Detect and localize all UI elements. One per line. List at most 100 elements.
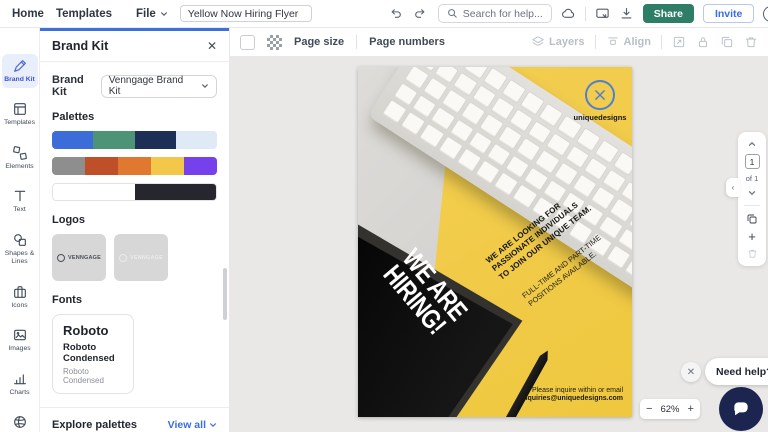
font-primary: Roboto xyxy=(63,323,123,338)
sidebar-item-label: Text xyxy=(13,206,25,214)
sidebar-item-label: Charts xyxy=(9,389,29,397)
trash-icon[interactable] xyxy=(744,35,758,49)
venngage-editor: Home Templates File Search for help... S… xyxy=(0,0,768,432)
align-label: Align xyxy=(624,36,652,48)
palette-swatch xyxy=(85,157,118,175)
brand-font-card[interactable]: Roboto Roboto Condensed Roboto Condensed xyxy=(52,314,134,394)
present-icon[interactable] xyxy=(595,6,610,21)
page-up-icon[interactable] xyxy=(747,139,757,149)
brand-logo-tile[interactable]: VENNGAGE xyxy=(114,234,168,281)
sidebar-item-label: Shapes & Lines xyxy=(2,250,38,267)
view-all-link[interactable]: View all xyxy=(168,419,217,431)
background-pattern-swatch[interactable] xyxy=(267,35,282,50)
share-button[interactable]: Share xyxy=(643,4,694,23)
help-button[interactable]: ? xyxy=(763,6,768,22)
zoom-in-button[interactable]: + xyxy=(688,404,694,415)
panel-scrollbar[interactable] xyxy=(223,268,227,320)
divider xyxy=(595,35,596,49)
duplicate-page-icon[interactable] xyxy=(746,213,758,225)
icons-icon xyxy=(12,284,28,300)
nav-templates[interactable]: Templates xyxy=(56,8,112,20)
document-title-input[interactable] xyxy=(180,5,312,22)
page-down-icon[interactable] xyxy=(747,188,757,198)
redo-icon[interactable] xyxy=(413,7,426,20)
chevron-down-icon xyxy=(160,10,168,18)
templates-icon xyxy=(12,101,28,117)
left-sidebar: Brand Kit Templates Elements Text Shapes… xyxy=(0,28,40,432)
zoom-level-value[interactable]: 62% xyxy=(660,404,679,415)
contact-line: inquiries@uniquedesigns.com xyxy=(521,395,623,402)
brand-kit-select-value: Venngage Brand Kit xyxy=(109,75,196,97)
invite-button[interactable]: Invite xyxy=(703,4,754,23)
contact-line: Please inquire within or email xyxy=(521,387,623,394)
palette-swatch xyxy=(176,131,217,149)
align-button[interactable]: Align xyxy=(606,35,652,49)
palette-swatch xyxy=(184,157,217,175)
page-numbers-button[interactable]: Page numbers xyxy=(369,36,445,48)
palette-swatch xyxy=(135,131,176,149)
file-menu-label: File xyxy=(136,8,156,20)
brand-kit-select[interactable]: Venngage Brand Kit xyxy=(101,75,217,98)
maps-icon xyxy=(12,414,28,430)
brand-palette-row[interactable] xyxy=(52,131,217,149)
search-icon xyxy=(447,8,458,19)
help-search-input[interactable]: Search for help... xyxy=(438,4,552,23)
chevron-down-icon xyxy=(209,421,217,429)
layers-label: Layers xyxy=(549,36,584,48)
flyer-page[interactable]: WE ARE HIRING! WE ARE LOOKING FOR PASSIO… xyxy=(358,67,632,417)
divider xyxy=(744,205,760,206)
download-icon[interactable] xyxy=(619,6,634,21)
fit-to-page-icon[interactable] xyxy=(672,35,686,49)
charts-icon xyxy=(12,371,28,387)
divider xyxy=(585,7,586,21)
delete-page-icon[interactable] xyxy=(747,248,758,259)
chat-launcher-button[interactable] xyxy=(719,387,763,431)
zoom-out-button[interactable]: − xyxy=(646,404,652,415)
sidebar-item-templates[interactable]: Templates xyxy=(2,97,38,131)
sidebar-item-brand-kit[interactable]: Brand Kit xyxy=(2,54,38,88)
add-page-button[interactable]: + xyxy=(748,230,756,243)
palette-swatch xyxy=(118,157,151,175)
venngage-logo-mark-icon xyxy=(119,254,127,262)
duplicate-icon[interactable] xyxy=(720,35,734,49)
fonts-heading: Fonts xyxy=(52,294,217,306)
dismiss-help-button[interactable]: ✕ xyxy=(681,362,701,382)
cloud-save-icon[interactable] xyxy=(561,6,576,21)
flyer-logo-badge[interactable] xyxy=(585,80,615,110)
flyer-contact-text[interactable]: Please inquire within or email inquiries… xyxy=(521,387,623,402)
layers-button[interactable]: Layers xyxy=(531,35,584,49)
sidebar-item-text[interactable]: Text xyxy=(2,184,38,218)
venngage-logo-text: VENNGAGE xyxy=(68,255,101,261)
brand-kit-panel: Brand Kit ✕ Brand Kit Venngage Brand Kit… xyxy=(40,28,230,432)
collapse-page-nav-button[interactable]: ‹ xyxy=(726,178,740,197)
brand-palette-row[interactable] xyxy=(52,183,217,201)
page-size-button[interactable]: Page size xyxy=(294,36,344,48)
lock-icon[interactable] xyxy=(696,35,710,49)
sidebar-item-label: Icons xyxy=(11,302,27,310)
view-all-label: View all xyxy=(168,419,206,431)
file-menu[interactable]: File xyxy=(136,8,168,20)
current-page-box[interactable]: 1 xyxy=(745,154,760,169)
sidebar-item-elements[interactable]: Elements xyxy=(2,141,38,175)
nav-home[interactable]: Home xyxy=(12,8,44,20)
divider xyxy=(40,407,229,408)
header-right-group: Search for help... Share Invite ? KW xyxy=(438,4,768,23)
elements-icon xyxy=(12,145,28,161)
need-help-bubble[interactable]: Need help? xyxy=(705,358,768,385)
brand-palette-row[interactable] xyxy=(52,157,217,175)
sidebar-item-icons[interactable]: Icons xyxy=(2,280,38,314)
sidebar-item-images[interactable]: Images xyxy=(2,323,38,357)
brand-logo-tile[interactable]: VENNGAGE xyxy=(52,234,106,281)
explore-palettes-heading: Explore palettes xyxy=(52,419,137,431)
chat-bubble-icon xyxy=(731,399,751,419)
flyer-brand-name[interactable]: uniquedesigns xyxy=(574,113,627,122)
palette-swatch xyxy=(52,131,93,149)
sidebar-item-maps[interactable]: Maps xyxy=(2,410,38,432)
close-icon[interactable]: ✕ xyxy=(207,40,217,52)
sidebar-item-shapes-lines[interactable]: Shapes & Lines xyxy=(2,228,38,271)
palette-swatch xyxy=(53,184,135,200)
undo-icon[interactable] xyxy=(390,7,403,20)
brand-kit-label: Brand Kit xyxy=(52,74,101,98)
page-background-swatch[interactable] xyxy=(240,35,255,50)
sidebar-item-charts[interactable]: Charts xyxy=(2,367,38,401)
